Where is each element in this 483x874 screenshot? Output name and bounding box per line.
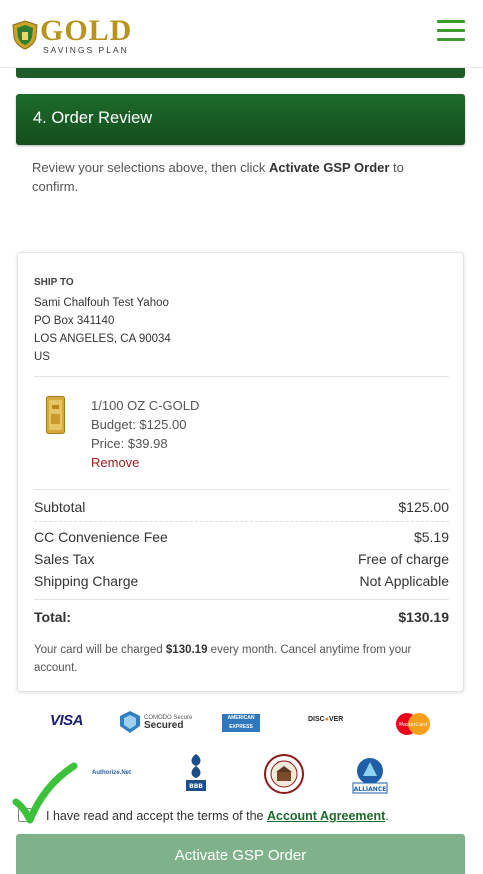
product-name: 1/100 OZ C-GOLD bbox=[91, 398, 200, 413]
divider bbox=[34, 376, 449, 377]
visa-logo: VISA bbox=[50, 712, 84, 729]
shipping-address: Sami Chalfouh Test Yahoo PO Box 341140 L… bbox=[34, 294, 171, 366]
account-agreement-link[interactable]: Account Agreement bbox=[267, 809, 385, 823]
shipping-value: Not Applicable bbox=[359, 573, 449, 589]
subtotal-row: Subtotal $125.00 bbox=[34, 499, 449, 515]
shipping-label: Shipping Charge bbox=[34, 573, 139, 589]
shield-logo-icon bbox=[12, 20, 38, 50]
order-review-title: 4. Order Review bbox=[33, 109, 153, 127]
ship-to-country: US bbox=[34, 351, 50, 363]
top-header: GOLD SAVINGS PLAN bbox=[0, 0, 483, 68]
gold-bar-product-image bbox=[46, 396, 65, 434]
american-express-logo: AMERICAN EXPRESS bbox=[222, 714, 260, 732]
authorize-net-logo: Authorize.Net bbox=[92, 770, 131, 776]
fee-label: CC Convenience Fee bbox=[34, 529, 168, 545]
total-value: $130.19 bbox=[398, 609, 449, 625]
divider bbox=[34, 489, 449, 490]
discover-logo: DISC ● VER bbox=[308, 716, 344, 723]
dashed-divider bbox=[34, 521, 449, 522]
tax-value: Free of charge bbox=[357, 551, 449, 567]
subtotal-label: Subtotal bbox=[34, 499, 86, 515]
ship-to-name: Sami Chalfouh Test Yahoo bbox=[34, 297, 169, 309]
tax-row: Sales Tax Free of charge bbox=[34, 551, 449, 567]
alliance-badge-logo: ALLIANCE bbox=[352, 758, 388, 794]
ship-to-line2: LOS ANGELES, CA 90034 bbox=[34, 333, 171, 345]
divider bbox=[34, 599, 449, 600]
association-seal-logo bbox=[264, 754, 304, 794]
order-summary-card: SHIP TO Sami Chalfouh Test Yahoo PO Box … bbox=[17, 252, 464, 692]
fee-row: CC Convenience Fee $5.19 bbox=[34, 529, 449, 545]
fee-value: $5.19 bbox=[413, 529, 449, 545]
bbb-accredited-logo: BBB bbox=[186, 754, 206, 791]
order-review-section-header[interactable]: 4. Order Review bbox=[16, 94, 465, 145]
gold-savings-plan-logo[interactable]: GOLD SAVINGS PLAN bbox=[12, 14, 133, 55]
svg-text:ALLIANCE: ALLIANCE bbox=[354, 786, 387, 793]
mastercard-logo: MasterCard bbox=[396, 713, 430, 735]
account-agreement-checkbox[interactable] bbox=[18, 808, 32, 822]
total-row: Total: $130.19 bbox=[34, 609, 449, 625]
product-price: Price: $39.98 bbox=[91, 436, 168, 451]
comodo-shield-icon bbox=[120, 711, 140, 733]
hamburger-menu-icon[interactable] bbox=[437, 20, 465, 42]
shipping-row: Shipping Charge Not Applicable bbox=[34, 573, 449, 589]
remove-product-link[interactable]: Remove bbox=[91, 453, 199, 472]
total-label: Total: bbox=[34, 609, 72, 625]
account-agreement-text: I have read and accept the terms of the … bbox=[46, 809, 389, 823]
comodo-secured-badge: COMODO Secure Secured bbox=[119, 710, 192, 734]
review-instructions: Review your selections above, then click… bbox=[32, 160, 404, 194]
product-budget: Budget: $125.00 bbox=[91, 417, 187, 432]
svg-text:MasterCard: MasterCard bbox=[399, 722, 429, 728]
ship-to-label: SHIP TO bbox=[34, 277, 74, 288]
activate-gsp-order-button[interactable]: Activate GSP Order bbox=[16, 834, 465, 874]
ship-to-line1: PO Box 341140 bbox=[34, 315, 115, 327]
recurring-charge-note: Your card will be charged $130.19 every … bbox=[34, 644, 412, 674]
tax-label: Sales Tax bbox=[34, 551, 95, 567]
subtotal-value: $125.00 bbox=[398, 499, 449, 515]
logo-sub-text: SAVINGS PLAN bbox=[43, 45, 129, 55]
svg-text:BBB: BBB bbox=[189, 783, 203, 790]
logo-gold-text: GOLD bbox=[40, 14, 133, 47]
product-details: 1/100 OZ C-GOLD Budget: $125.00 Price: $… bbox=[91, 396, 199, 472]
